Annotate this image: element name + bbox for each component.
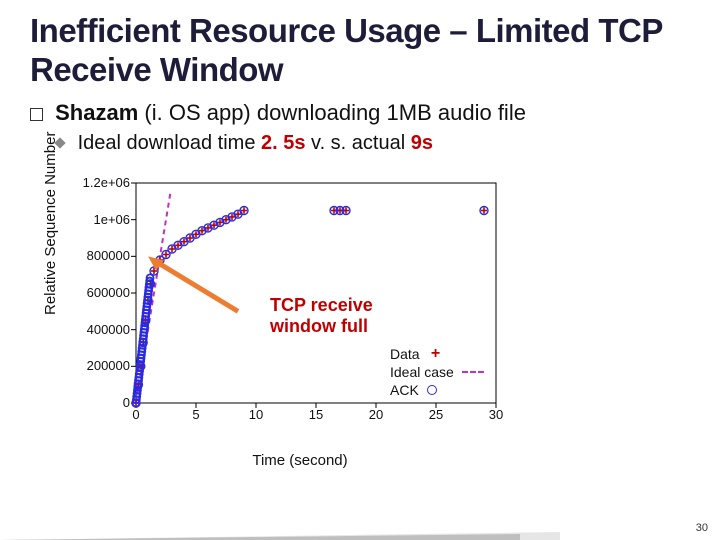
y-tick: 0 (70, 395, 130, 410)
y-tick: 200000 (70, 358, 130, 373)
legend-ack-icon (427, 385, 437, 395)
x-tick: 20 (361, 407, 391, 422)
legend-data-label: Data (390, 346, 420, 362)
bullet-2: Ideal download time 2. 5s v. s. actual 9… (56, 132, 696, 155)
y-tick: 600000 (70, 285, 130, 300)
annotation-line2: window full (270, 316, 368, 336)
slide: Inefficient Resource Usage – Limited TCP… (0, 0, 720, 540)
legend-ack-label: ACK (390, 382, 419, 398)
bullet-2-b: v. s. actual (306, 132, 411, 154)
legend-data-icon: + (428, 345, 444, 363)
bullet-1-marker (30, 108, 43, 121)
x-tick: 30 (481, 407, 511, 422)
bullet-1: Shazam (i. OS app) downloading 1MB audio… (30, 100, 696, 126)
slide-title: Inefficient Resource Usage – Limited TCP… (30, 12, 696, 90)
y-tick: 400000 (70, 322, 130, 337)
chart: Relative Sequence Number Time (second) T… (60, 165, 540, 465)
bullet-1-rest: (i. OS app) downloading 1MB audio file (138, 100, 526, 125)
x-axis-label: Time (second) (60, 452, 540, 469)
page-number: 30 (696, 522, 708, 534)
annotation-line1: TCP receive (270, 295, 373, 315)
bullet-list: Shazam (i. OS app) downloading 1MB audio… (30, 100, 696, 155)
bullet-1-lead: Shazam (55, 100, 138, 125)
bullet-2-t2: 9s (411, 132, 433, 154)
annotation-callout: TCP receive window full (270, 295, 373, 336)
bullet-2-t1: 2. 5s (261, 132, 305, 154)
legend-ack: ACK (390, 381, 484, 399)
y-tick: 1.2e+06 (70, 175, 130, 190)
y-axis-label: Relative Sequence Number (42, 131, 59, 314)
x-tick: 15 (301, 407, 331, 422)
y-tick: 1e+06 (70, 212, 130, 227)
y-tick: 800000 (70, 248, 130, 263)
legend-ideal-icon (462, 371, 484, 373)
legend: Data + Ideal case ACK (390, 345, 484, 399)
x-tick: 10 (241, 407, 271, 422)
footer-accent (0, 534, 520, 540)
legend-data: Data + (390, 345, 484, 363)
x-tick: 25 (421, 407, 451, 422)
legend-ideal-label: Ideal case (390, 364, 454, 380)
x-tick: 5 (181, 407, 211, 422)
legend-ideal: Ideal case (390, 363, 484, 381)
bullet-2-a: Ideal download time (78, 132, 261, 154)
